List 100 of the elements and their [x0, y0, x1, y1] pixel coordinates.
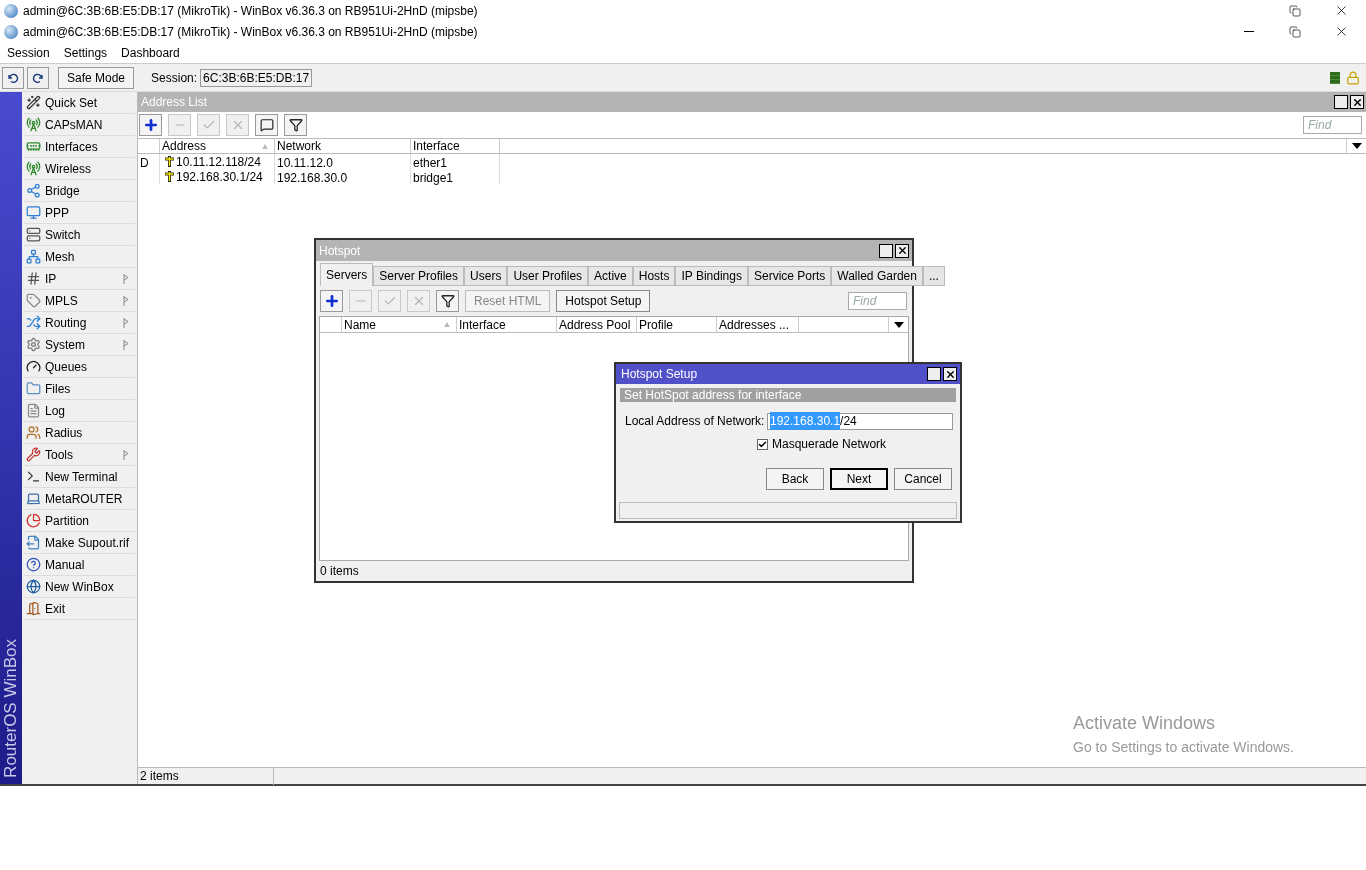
panel-title: Address List — [141, 94, 209, 111]
tab[interactable]: Hosts — [632, 266, 676, 286]
tab[interactable]: Service Ports — [747, 266, 832, 286]
column-header[interactable]: Addresses ... — [717, 317, 799, 332]
sidebar-item[interactable]: Queues — [24, 356, 135, 378]
menu-item[interactable]: Dashboard — [121, 43, 180, 62]
find-field[interactable]: Find — [848, 292, 907, 310]
sidebar-item[interactable]: MetaROUTER — [24, 488, 135, 510]
sidebar-item[interactable]: Quick Set — [24, 92, 135, 114]
nodes-icon — [26, 249, 41, 264]
action-button[interactable]: Hotspot Setup — [556, 290, 651, 312]
close-icon[interactable] — [943, 367, 957, 381]
column-header[interactable]: Interface — [457, 317, 557, 332]
maximize-icon[interactable] — [1334, 95, 1348, 109]
find-field[interactable]: Find — [1303, 116, 1362, 134]
computer-icon — [26, 491, 41, 506]
tab[interactable]: Users — [464, 266, 508, 286]
globe-icon — [26, 579, 41, 594]
window-title: admin@6C:3B:6B:E5:DB:17 (MikroTik) - WinBox v6.36.3 on RB951Ui-2HnD (mipsbe) — [23, 23, 479, 41]
safe-mode-button[interactable]: Safe Mode — [58, 66, 135, 89]
sidebar-item[interactable]: Make Supout.rif — [24, 532, 135, 554]
tab[interactable]: Active — [588, 266, 633, 286]
menu-item[interactable]: Session — [7, 43, 50, 62]
table-cell: ether1 — [411, 154, 500, 169]
maximize-icon[interactable] — [927, 367, 941, 381]
sidebar-item[interactable]: Mesh — [24, 246, 135, 268]
plus-icon — [323, 293, 340, 309]
toolbar-button[interactable] — [139, 114, 162, 136]
dialog-button[interactable]: Next — [830, 468, 888, 490]
column-header[interactable]: Address Pool — [557, 317, 637, 332]
sidebar-item[interactable]: PPP — [24, 202, 135, 224]
sidebar-item[interactable]: Interfaces — [24, 136, 135, 158]
sidebar-item[interactable]: CAPsMAN — [24, 114, 135, 136]
document-icon — [26, 403, 41, 418]
column-header[interactable]: Network — [275, 139, 411, 153]
dialog-button[interactable]: Cancel — [894, 468, 952, 490]
table-cell: 10.11.12.0 — [275, 154, 411, 169]
filter-icon — [288, 118, 303, 132]
sidebar-item[interactable]: Log — [24, 400, 135, 422]
sidebar-item[interactable]: IP — [24, 268, 135, 290]
gear-icon — [26, 337, 41, 352]
tab[interactable]: Walled Garden — [831, 266, 923, 286]
sidebar-item[interactable]: Files — [24, 378, 135, 400]
toolbar-button[interactable] — [320, 290, 343, 312]
sort-icon — [444, 322, 450, 327]
tab[interactable]: ... — [922, 266, 945, 286]
tab[interactable]: Servers — [320, 263, 374, 286]
status-text: 0 items — [320, 563, 359, 580]
tab[interactable]: User Profiles — [507, 266, 589, 286]
sidebar-item[interactable]: Bridge — [24, 180, 135, 202]
antenna-icon — [26, 117, 41, 132]
close-icon[interactable] — [895, 243, 909, 258]
sidebar-item[interactable]: Tools — [24, 444, 135, 466]
table-cell-text: 10.11.12.118/24 — [176, 153, 261, 171]
filter-icon — [440, 294, 455, 308]
sidebar-item[interactable]: Manual — [24, 554, 135, 576]
sort-icon — [262, 143, 268, 149]
sidebar-item[interactable]: Routing — [24, 312, 135, 334]
sidebar-item[interactable]: Wireless — [24, 158, 135, 180]
field-label: Local Address of Network: — [625, 413, 766, 430]
redo-button[interactable] — [27, 66, 49, 89]
undo-button[interactable] — [2, 66, 24, 89]
submenu-arrow-icon — [123, 317, 129, 328]
close-icon[interactable] — [1350, 95, 1364, 109]
toolbar-button[interactable] — [284, 114, 307, 136]
column-header[interactable]: Profile — [637, 317, 717, 332]
sidebar-item[interactable]: Radius — [24, 422, 135, 444]
sidebar-item[interactable]: Switch — [24, 224, 135, 246]
column-header[interactable]: Interface — [411, 139, 500, 153]
sidebar-item[interactable]: MPLS — [24, 290, 135, 312]
sidebar-item[interactable]: Partition — [24, 510, 135, 532]
folder-icon — [26, 381, 41, 396]
help-icon — [26, 557, 41, 572]
check-icon — [382, 294, 397, 308]
globe-icon — [4, 3, 18, 18]
sidebar-item[interactable]: New Terminal — [24, 466, 135, 488]
comment-icon — [259, 118, 274, 132]
check-icon — [201, 118, 216, 132]
checkbox[interactable] — [757, 438, 768, 450]
toolbar-button[interactable] — [436, 290, 459, 312]
section-header: Set HotSpot address for interface — [620, 388, 956, 402]
bridge-icon — [26, 183, 41, 198]
toolbar-button[interactable] — [255, 114, 278, 136]
sidebar-item[interactable]: Exit — [24, 598, 135, 620]
column-header[interactable]: Name — [342, 317, 457, 332]
column-header[interactable]: Address — [160, 139, 275, 153]
sidebar-item[interactable]: System — [24, 334, 135, 356]
file-export-icon — [26, 535, 41, 550]
pie-chart-icon — [26, 513, 41, 528]
flag-cell: D — [138, 154, 160, 169]
minimize-icon — [1244, 31, 1254, 32]
tab[interactable]: IP Bindings — [675, 266, 748, 286]
switch-icon — [26, 227, 41, 242]
people-icon — [26, 425, 41, 440]
ip-icon — [26, 271, 41, 286]
sidebar-item[interactable]: New WinBox — [24, 576, 135, 598]
maximize-icon[interactable] — [879, 243, 893, 258]
dialog-button[interactable]: Back — [766, 468, 824, 490]
tab[interactable]: Server Profiles — [373, 266, 465, 286]
menu-item[interactable]: Settings — [63, 43, 108, 62]
